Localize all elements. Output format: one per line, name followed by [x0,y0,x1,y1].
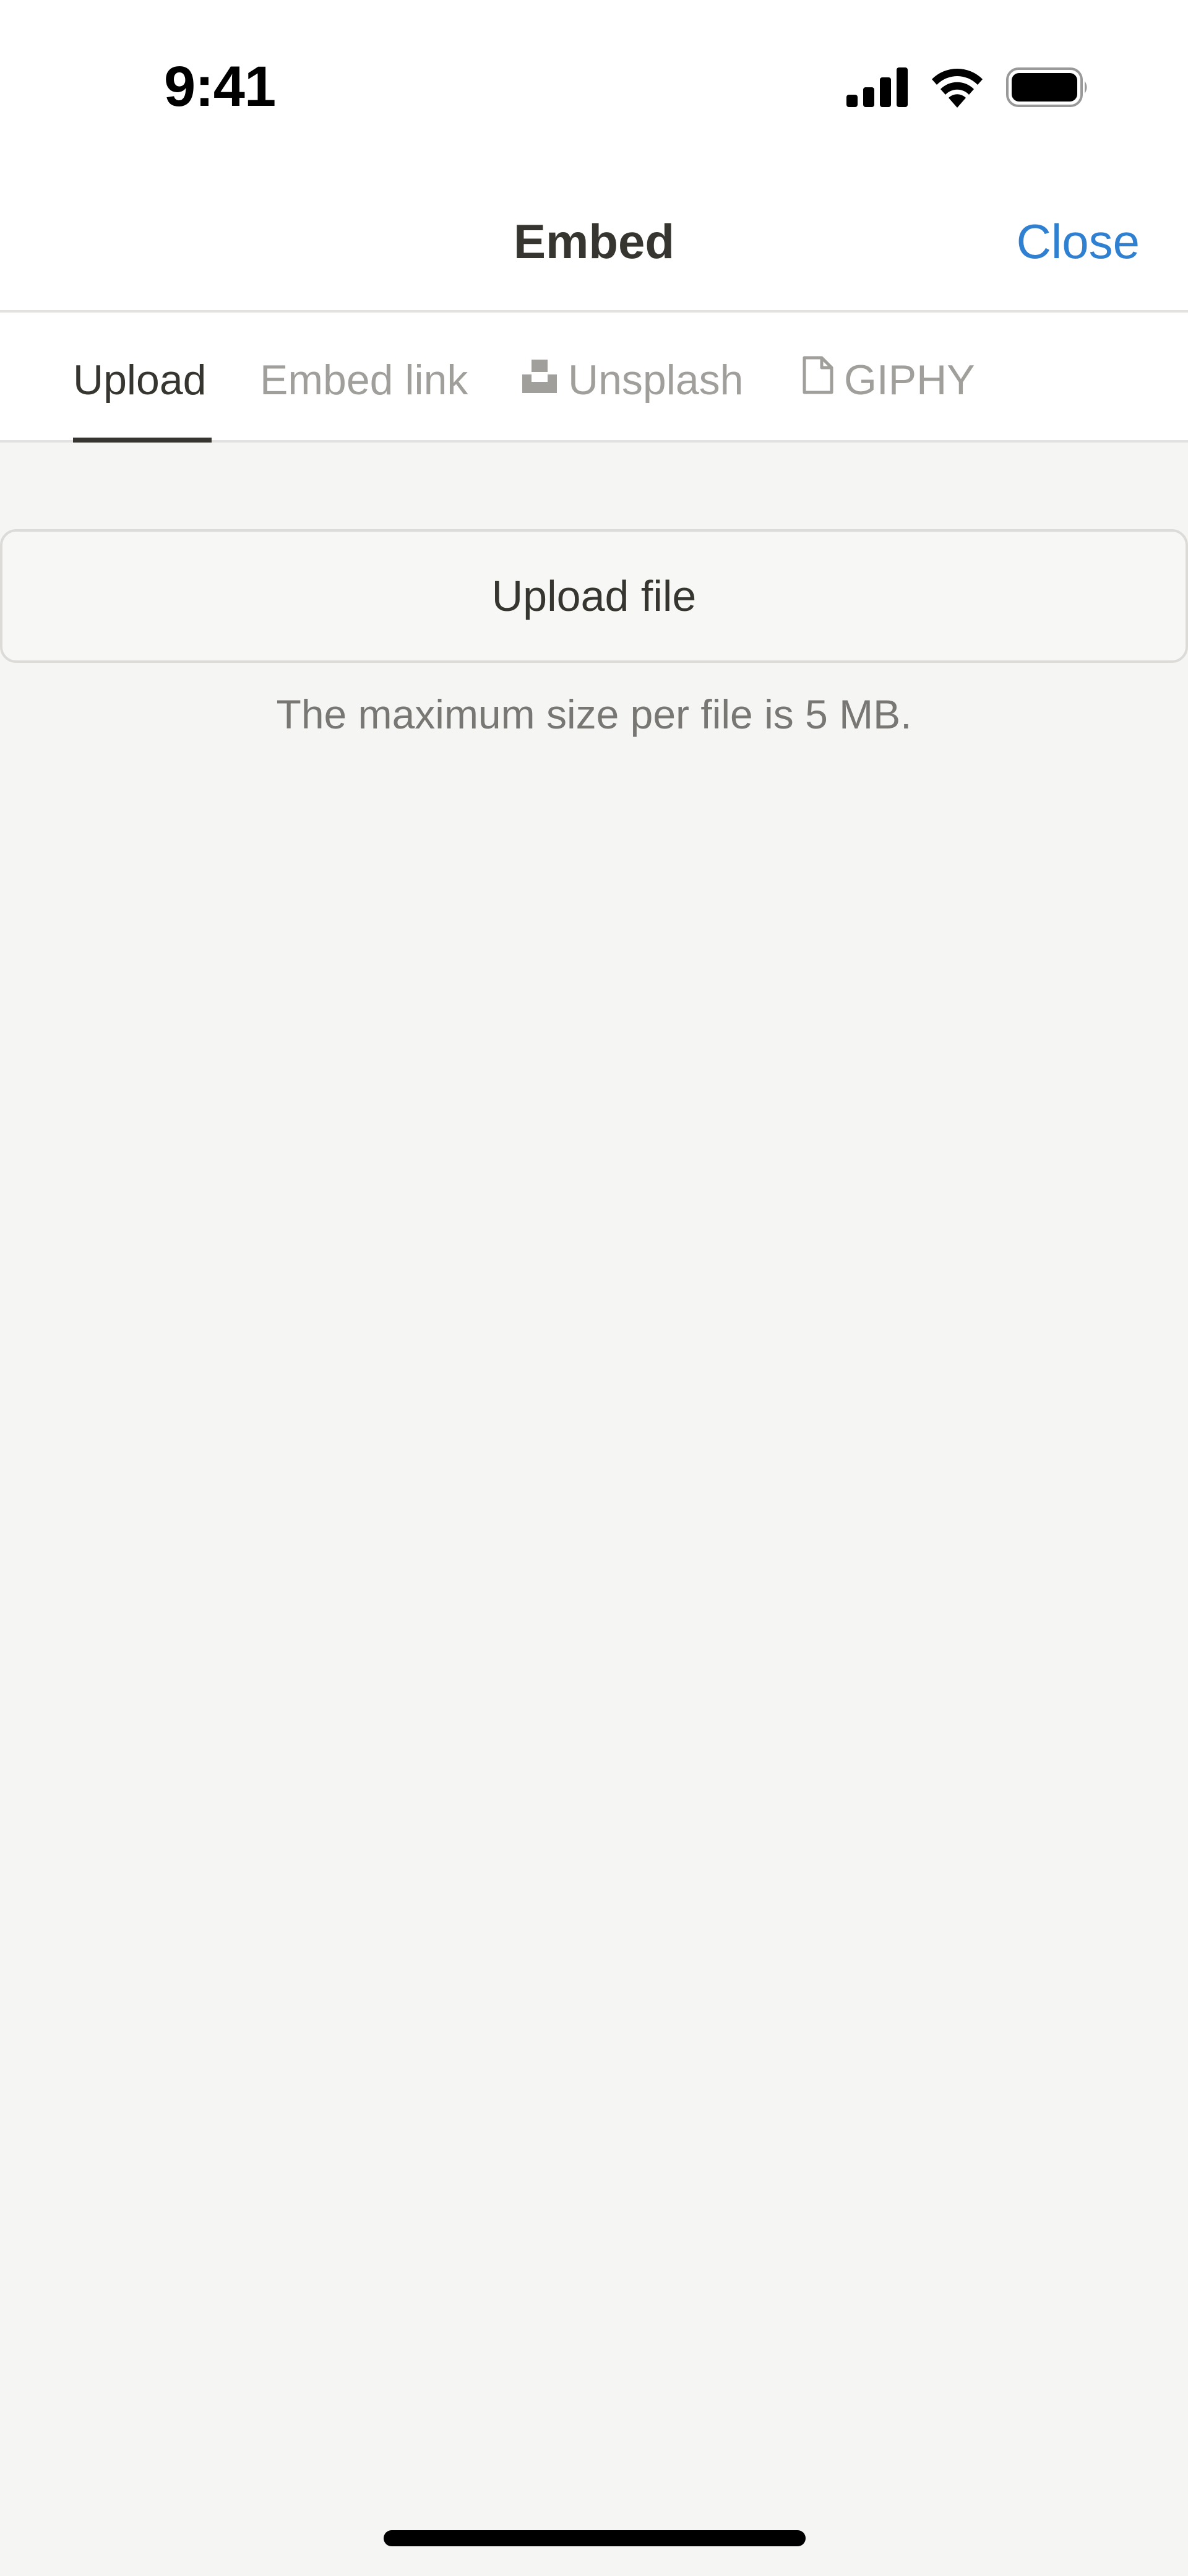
tab-giphy[interactable]: GIPHY [802,352,975,408]
cellular-signal-icon [846,67,908,110]
active-tab-indicator [73,438,212,443]
home-indicator [384,2530,806,2546]
document-icon [802,352,834,408]
unsplash-icon [521,352,558,408]
wifi-icon [929,67,985,111]
upload-size-note: The maximum size per file is 5 MB. [276,691,912,737]
embed-tabs: Upload Embed link Unsplash GIPHY [0,313,1188,443]
battery-icon [1006,67,1089,110]
tab-embed-link[interactable]: Embed link [260,352,468,408]
close-button[interactable]: Close [1017,210,1140,272]
page-title: Embed [513,214,675,269]
status-icons [846,67,1089,110]
upload-file-label: Upload file [491,572,697,620]
tab-label: Embed link [260,357,468,404]
status-time: 9:41 [164,55,276,118]
tab-unsplash[interactable]: Unsplash [521,352,744,408]
tab-upload[interactable]: Upload [73,352,207,408]
status-bar: 9:41 [0,0,1188,179]
nav-bar: Embed Close [0,179,1188,313]
upload-file-button[interactable]: Upload file [0,529,1188,663]
tab-label: Upload [73,357,207,404]
tab-label: Unsplash [568,357,744,404]
embed-screen: 9:41 Embed Close Upload Embed link Unspl… [0,0,1188,2576]
tab-label: GIPHY [844,357,975,404]
